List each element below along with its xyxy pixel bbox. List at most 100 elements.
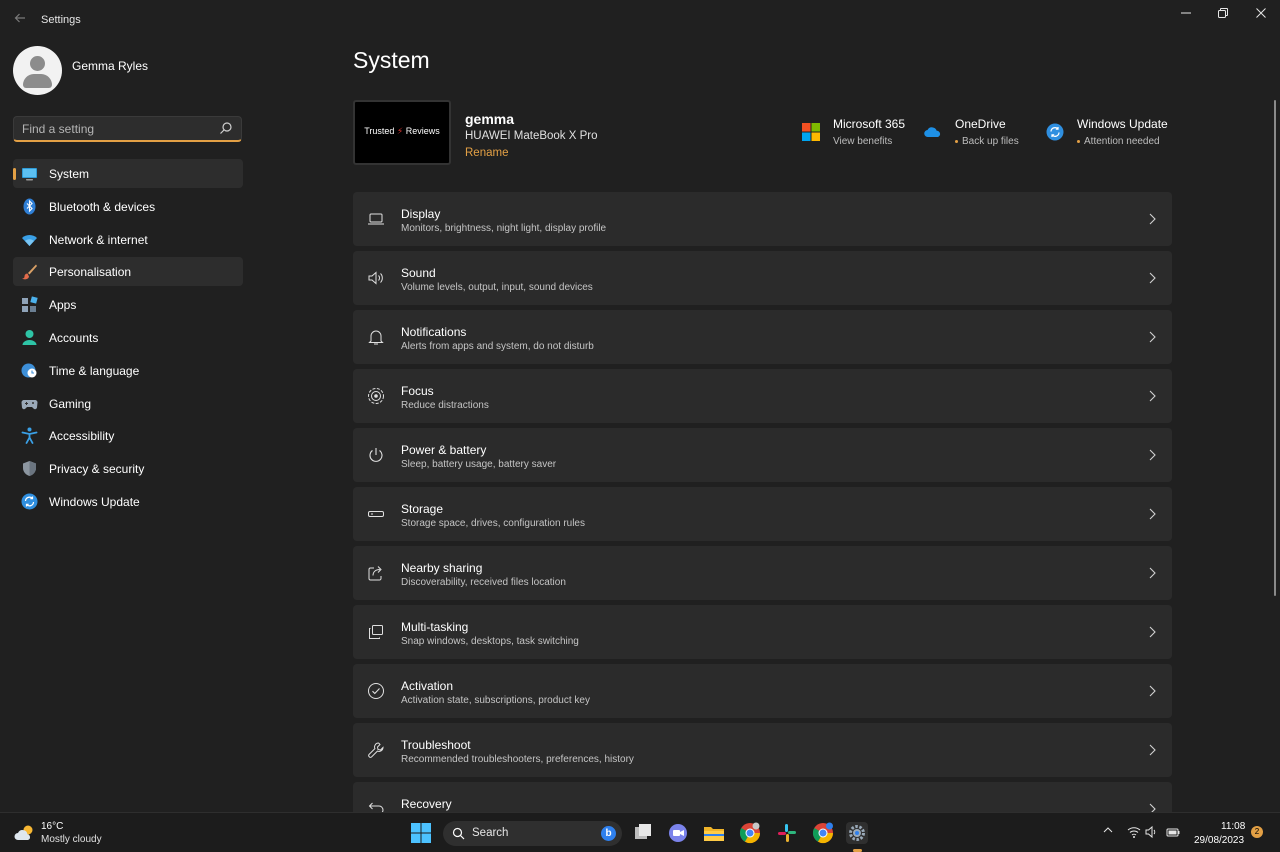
taskbar-search-label: Search	[472, 827, 509, 839]
setting-title: Focus	[401, 384, 434, 398]
sidebar-item-label: Personalisation	[49, 265, 132, 280]
clock-date[interactable]: 29/08/2023	[1194, 835, 1244, 846]
sidebar-item-label: Bluetooth & devices	[49, 199, 156, 214]
setting-subtitle: Activation state, subscriptions, product…	[401, 695, 590, 706]
setting-display[interactable]: Display Monitors, brightness, night ligh…	[353, 192, 1172, 246]
status-dot	[1077, 139, 1080, 143]
folder-icon[interactable]	[703, 822, 725, 844]
speaker-icon	[1145, 825, 1156, 839]
setting-recovery[interactable]: Recovery	[353, 782, 1172, 812]
battery-icon	[1166, 828, 1180, 837]
teams-chat-icon[interactable]	[667, 822, 689, 844]
setting-power-battery[interactable]: Power & battery Sleep, battery usage, ba…	[353, 428, 1172, 482]
search-input[interactable]	[22, 121, 212, 137]
setting-activation[interactable]: Activation Activation state, subscriptio…	[353, 664, 1172, 718]
sidebar-item-time-language[interactable]: Time & language	[13, 356, 243, 385]
device-model: HUAWEI MateBook X Pro	[465, 130, 598, 142]
sidebar-item-label: Accessibility	[49, 429, 115, 444]
back-button[interactable]	[10, 10, 30, 30]
person-icon	[22, 329, 37, 345]
setting-title: Nearby sharing	[401, 561, 483, 575]
quick-link-subtitle: Back up files	[955, 136, 1019, 147]
minimize-icon	[1181, 12, 1191, 14]
cloudy-sun-icon	[14, 825, 33, 840]
globe-clock-icon	[21, 363, 37, 378]
setting-nearby-sharing[interactable]: Nearby sharing Discoverability, received…	[353, 546, 1172, 600]
notification-count-badge[interactable]: 2	[1251, 826, 1263, 838]
quick-link-title: OneDrive	[955, 117, 1006, 131]
setting-subtitle: Monitors, brightness, night light, displ…	[401, 223, 607, 234]
sidebar-item-bluetooth-devices[interactable]: Bluetooth & devices	[13, 192, 243, 221]
focus-icon	[368, 388, 384, 404]
show-hidden-icons-button[interactable]	[1101, 825, 1115, 839]
sidebar-item-label: Privacy & security	[49, 462, 145, 477]
gamepad-icon	[21, 399, 38, 409]
rename-link[interactable]: Rename	[465, 147, 508, 159]
wifi-icon	[1127, 827, 1141, 838]
restore-button[interactable]	[1204, 4, 1242, 24]
sidebar-item-system[interactable]: System	[13, 159, 243, 188]
chevron-right-icon	[1149, 331, 1156, 343]
scrollbar[interactable]	[1274, 100, 1276, 596]
slack-icon[interactable]	[776, 822, 798, 844]
setting-subtitle: Snap windows, desktops, task switching	[401, 636, 579, 647]
settings-list: Display Monitors, brightness, night ligh…	[353, 192, 1172, 812]
sidebar-item-personalisation[interactable]: Personalisation	[13, 257, 243, 287]
settings-search-box[interactable]	[13, 116, 242, 142]
weather-temp: 16°C	[41, 821, 64, 832]
taskbar-search[interactable]: Search b	[443, 821, 622, 846]
minimize-button[interactable]	[1167, 4, 1205, 24]
quick-link-subtitle-text: Back up files	[962, 136, 1019, 147]
battery-tray-icon[interactable]	[1166, 825, 1180, 839]
search-icon	[452, 827, 465, 840]
bing-icon[interactable]: b	[601, 826, 616, 841]
wifi-tray-icon[interactable]	[1127, 825, 1141, 839]
sidebar-item-accessibility[interactable]: Accessibility	[13, 421, 243, 450]
sidebar-item-gaming[interactable]: Gaming	[13, 389, 243, 418]
settings-taskbar-button[interactable]	[846, 822, 868, 852]
setting-title: Recovery	[401, 797, 452, 811]
sidebar-item-windows-update[interactable]: Windows Update	[13, 487, 243, 516]
speaker-icon	[368, 271, 383, 285]
sidebar-item-apps[interactable]: Apps	[13, 290, 243, 319]
microsoft-logo-icon	[802, 123, 820, 141]
device-name: gemma	[465, 111, 515, 127]
setting-title: Notifications	[401, 325, 467, 339]
avatar[interactable]	[13, 46, 62, 95]
sidebar-item-network-internet[interactable]: Network & internet	[13, 225, 243, 254]
update-icon	[1046, 123, 1064, 141]
sidebar-item-label: Network & internet	[49, 232, 148, 247]
setting-troubleshoot[interactable]: Troubleshoot Recommended troubleshooters…	[353, 723, 1172, 777]
close-button[interactable]	[1242, 4, 1280, 24]
chevron-right-icon	[1149, 390, 1156, 402]
setting-subtitle: Volume levels, output, input, sound devi…	[401, 282, 593, 293]
search-icon[interactable]	[219, 121, 233, 135]
lightning-bolt-icon: ⚡	[396, 126, 404, 136]
volume-tray-icon[interactable]	[1145, 825, 1159, 839]
quick-link-subtitle-text: Attention needed	[1084, 136, 1160, 147]
setting-focus[interactable]: Focus Reduce distractions	[353, 369, 1172, 423]
clock-time[interactable]: 11:08	[1221, 821, 1245, 832]
sidebar-item-privacy-security[interactable]: Privacy & security	[13, 454, 243, 483]
weather-widget[interactable]: 16°C Mostly cloudy	[14, 820, 134, 848]
sidebar-item-accounts[interactable]: Accounts	[13, 323, 243, 352]
checkmark-circle-icon	[368, 683, 384, 699]
back-arrow-icon	[14, 13, 25, 23]
sidebar-nav: System Bluetooth & devices Network & int…	[13, 159, 243, 520]
setting-storage[interactable]: Storage Storage space, drives, configura…	[353, 487, 1172, 541]
setting-multi-tasking[interactable]: Multi-tasking Snap windows, desktops, ta…	[353, 605, 1172, 659]
setting-title: Display	[401, 207, 441, 221]
sidebar-item-label: Accounts	[49, 330, 99, 345]
setting-notifications[interactable]: Notifications Alerts from apps and syste…	[353, 310, 1172, 364]
chrome-profile-icon[interactable]	[812, 822, 834, 844]
file-explorer-icon[interactable]	[632, 822, 654, 844]
setting-title: Multi-tasking	[401, 620, 469, 634]
setting-sound[interactable]: Sound Volume levels, output, input, soun…	[353, 251, 1172, 305]
laptop-icon	[368, 213, 384, 225]
chrome-icon[interactable]	[739, 822, 761, 844]
windows-start-icon[interactable]	[410, 822, 432, 844]
setting-subtitle: Alerts from apps and system, do not dist…	[401, 341, 594, 352]
restore-icon	[1218, 8, 1228, 18]
avatar-body-shape	[23, 74, 52, 88]
chevron-right-icon	[1149, 449, 1156, 461]
